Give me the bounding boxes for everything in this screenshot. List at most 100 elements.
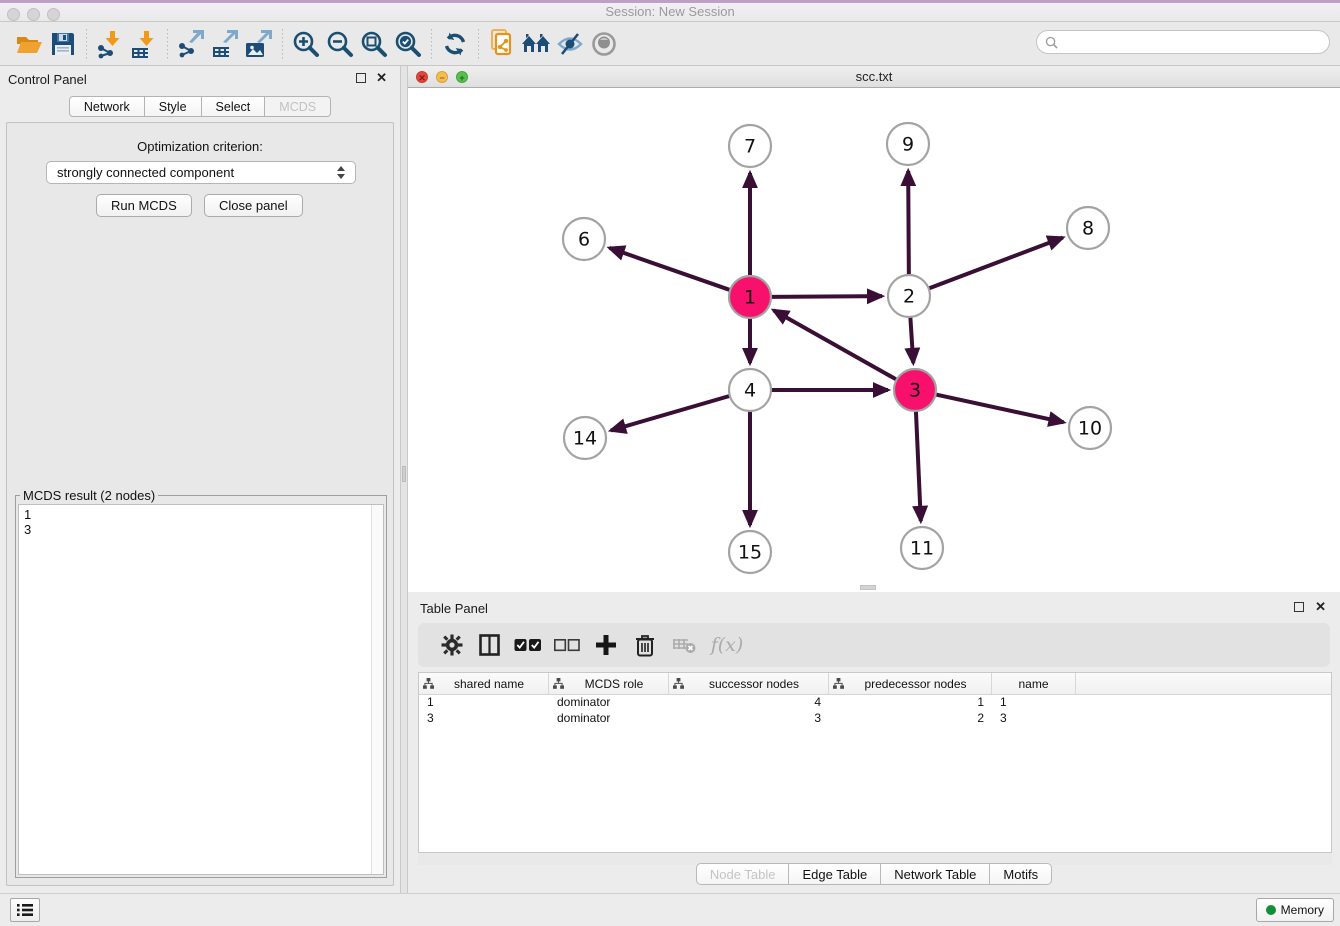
refresh-icon[interactable] (438, 28, 472, 60)
hide-view-icon[interactable] (553, 28, 587, 60)
optimization-criterion-select[interactable]: strongly connected component (46, 161, 356, 184)
export-table-icon[interactable] (208, 28, 242, 60)
table-cell[interactable]: 3 (669, 711, 829, 727)
list-icon (17, 903, 33, 917)
tab-node-table[interactable]: Node Table (696, 863, 790, 885)
float-panel-icon[interactable] (356, 73, 366, 83)
graph-node-label-7: 7 (744, 136, 756, 158)
delete-table-icon[interactable] (664, 630, 704, 660)
node-table[interactable]: shared nameMCDS rolesuccessor nodes prede… (418, 672, 1332, 853)
network-window-title: scc.txt (408, 69, 1340, 84)
zoom-selected-icon[interactable] (391, 28, 425, 60)
graph-node-label-9: 9 (902, 134, 914, 156)
delete-column-icon[interactable] (626, 630, 664, 660)
tab-style[interactable]: Style (145, 96, 202, 117)
add-column-icon[interactable] (586, 630, 626, 660)
column-header-successor-nodes[interactable]: successor nodes (669, 673, 829, 694)
search-box[interactable] (1036, 30, 1330, 54)
column-header-label: predecessor nodes (844, 677, 987, 691)
table-cell[interactable]: 3 (992, 711, 1076, 727)
vertical-splitter[interactable] (400, 66, 408, 893)
column-header-label: name (996, 677, 1071, 691)
table-row[interactable]: 3dominator323 (419, 711, 1331, 727)
table-cell[interactable]: 1 (419, 695, 549, 711)
graph-edge-4-14[interactable] (611, 396, 730, 431)
tab-motifs[interactable]: Motifs (990, 863, 1052, 885)
table-cell[interactable]: 1 (992, 695, 1076, 711)
table-cell[interactable]: 4 (669, 695, 829, 711)
open-folder-icon[interactable] (12, 28, 46, 60)
table-cell[interactable]: 1 (829, 695, 992, 711)
tab-select[interactable]: Select (202, 96, 266, 117)
import-table-icon[interactable] (127, 28, 161, 60)
zoom-in-icon[interactable] (289, 28, 323, 60)
graph-edge-1-6[interactable] (609, 248, 730, 290)
column-header-shared-name[interactable]: shared name (419, 673, 549, 694)
show-home-networks-icon[interactable] (519, 28, 553, 60)
graph-edge-1-2[interactable] (771, 296, 882, 297)
tab-edge-table[interactable]: Edge Table (789, 863, 881, 885)
graph-edge-3-11[interactable] (916, 411, 921, 521)
column-layout-icon[interactable] (470, 630, 508, 660)
fx-label: f(x) (711, 634, 744, 656)
save-icon[interactable] (46, 28, 80, 60)
splitter-grip[interactable] (402, 466, 406, 482)
table-float-panel-icon[interactable] (1294, 602, 1304, 612)
close-panel-button[interactable]: Close panel (204, 194, 303, 217)
run-mcds-button[interactable]: Run MCDS (96, 194, 192, 217)
column-header-name[interactable]: name (992, 673, 1076, 694)
tab-mcds[interactable]: MCDS (265, 96, 331, 117)
table-toolbar: f(x) (418, 623, 1330, 667)
memory-status-icon (1266, 905, 1276, 915)
toolbar-separator (478, 29, 479, 59)
search-icon (1045, 36, 1058, 49)
tab-network[interactable]: Network (69, 96, 145, 117)
export-network-icon[interactable] (174, 28, 208, 60)
network-canvas[interactable]: 7968124314101511 (408, 88, 1340, 591)
network-graph[interactable]: 7968124314101511 (408, 88, 1340, 591)
lens-icon[interactable] (587, 28, 621, 60)
deselect-all-checkboxes-icon[interactable] (548, 630, 586, 660)
graph-edge-2-8[interactable] (929, 238, 1063, 289)
mcds-result-scrollbar[interactable] (371, 505, 383, 874)
control-panel-title: Control Panel (8, 72, 87, 87)
memory-button[interactable]: Memory (1256, 898, 1334, 922)
table-cell[interactable]: 2 (829, 711, 992, 727)
column-header-predecessor-nodes[interactable]: predecessor nodes (829, 673, 992, 694)
control-panel-tabs: NetworkStyleSelectMCDS (0, 96, 400, 117)
select-all-checkboxes-icon[interactable] (508, 630, 548, 660)
graph-node-label-2: 2 (903, 286, 915, 308)
clone-network-icon[interactable] (485, 28, 519, 60)
graph-node-label-4: 4 (744, 380, 756, 402)
table-cell[interactable]: dominator (549, 695, 669, 711)
table-cell[interactable]: dominator (549, 711, 669, 727)
zoom-out-icon[interactable] (323, 28, 357, 60)
horizontal-splitter-grip[interactable] (860, 585, 876, 590)
task-history-button[interactable] (10, 898, 40, 922)
export-image-icon[interactable] (242, 28, 276, 60)
memory-label: Memory (1281, 903, 1324, 917)
graph-node-label-3: 3 (909, 380, 921, 402)
graph-edge-2-9[interactable] (908, 171, 909, 275)
function-builder-icon[interactable]: f(x) (704, 630, 750, 660)
import-network-icon[interactable] (93, 28, 127, 60)
window-titlebar: Session: New Session (0, 0, 1340, 22)
table-header-row: shared nameMCDS rolesuccessor nodes prede… (419, 673, 1331, 695)
mcds-result-group: MCDS result (2 nodes) 1 3 (15, 495, 387, 878)
close-panel-icon[interactable]: ✕ (376, 70, 387, 86)
table-cell[interactable]: 3 (419, 711, 549, 727)
tab-network-table[interactable]: Network Table (881, 863, 990, 885)
network-window-titlebar[interactable]: ✕ − + scc.txt (408, 66, 1340, 88)
table-close-panel-icon[interactable]: ✕ (1315, 599, 1326, 615)
optimization-criterion-value: strongly connected component (57, 165, 234, 180)
table-row[interactable]: 1dominator411 (419, 695, 1331, 711)
graph-node-label-11: 11 (910, 538, 934, 560)
gear-icon[interactable] (434, 630, 470, 660)
mcds-result-text[interactable]: 1 3 (18, 504, 384, 875)
graph-edge-2-3[interactable] (910, 317, 913, 363)
zoom-fit-icon[interactable] (357, 28, 391, 60)
column-header-MCDS-role[interactable]: MCDS role (549, 673, 669, 694)
search-input[interactable] (1062, 33, 1329, 51)
graph-edge-3-1[interactable] (774, 310, 897, 379)
graph-edge-3-10[interactable] (936, 394, 1064, 422)
